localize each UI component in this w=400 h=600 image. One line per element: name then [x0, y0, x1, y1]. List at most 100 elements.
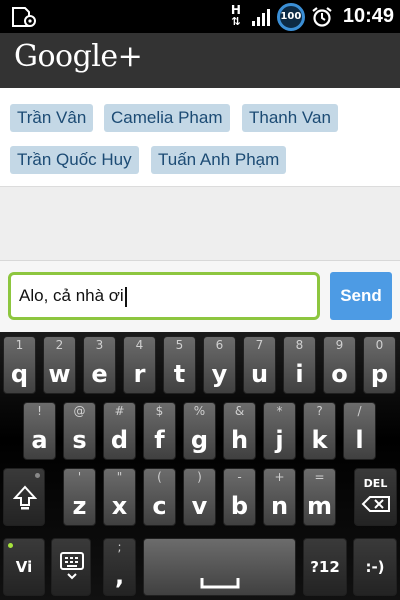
key-hint: =: [314, 470, 325, 484]
backspace-icon: [361, 496, 390, 512]
key-hint: ;: [117, 540, 122, 554]
key-hint: (: [157, 470, 162, 484]
key-hint: ': [77, 470, 82, 484]
key-z[interactable]: ' z: [63, 468, 96, 526]
key-f[interactable]: $ f: [143, 402, 176, 460]
key-l[interactable]: / l: [343, 402, 376, 460]
key-v[interactable]: ) v: [183, 468, 216, 526]
key-label: h: [230, 426, 249, 454]
key-label: e: [91, 360, 108, 388]
smiley-key[interactable]: :-): [353, 538, 397, 596]
key-hint: ?: [316, 404, 323, 418]
key-r[interactable]: 4r: [123, 336, 156, 394]
key-label: z: [72, 492, 87, 520]
recipient-chip[interactable]: Trần Vân: [10, 104, 94, 132]
app-title: Google+: [14, 39, 143, 74]
symbols-key[interactable]: ?12: [303, 538, 347, 596]
key-u[interactable]: 7u: [243, 336, 276, 394]
data-arrows-icon: H ⇅: [230, 2, 241, 28]
recipient-chip[interactable]: Tuấn Anh Phạm: [151, 146, 287, 174]
smiley-key-label: :-): [365, 558, 385, 576]
space-bar[interactable]: [143, 538, 296, 596]
key-c[interactable]: (c: [143, 468, 176, 526]
key-t[interactable]: 5t: [163, 336, 196, 394]
key-y[interactable]: 6y: [203, 336, 236, 394]
key-h[interactable]: & h: [223, 402, 256, 460]
space-icon: [200, 578, 240, 589]
key-label: o: [331, 360, 348, 388]
delete-key[interactable]: DEL: [354, 468, 397, 526]
comma-key[interactable]: ;,: [103, 538, 136, 596]
recipient-chip[interactable]: Trần Quốc Huy: [10, 146, 139, 174]
alarm-clock-icon: [312, 6, 332, 27]
shift-indicator: [35, 473, 40, 478]
key-q[interactable]: 1q: [3, 336, 36, 394]
key-o[interactable]: 9o: [323, 336, 356, 394]
key-p[interactable]: 0p: [363, 336, 396, 394]
key-label: l: [355, 426, 364, 454]
key-label: f: [154, 426, 165, 454]
battery-icon: 100: [276, 2, 305, 31]
key-hint: /: [357, 404, 362, 418]
message-history-area: [0, 186, 400, 260]
key-label: u: [250, 360, 269, 388]
send-button[interactable]: Send: [330, 272, 392, 320]
key-label: r: [133, 360, 146, 388]
key-g[interactable]: % g: [183, 402, 216, 460]
action-bar: Google+: [0, 33, 400, 88]
key-k[interactable]: ? k: [303, 402, 336, 460]
key-n[interactable]: + n: [263, 468, 296, 526]
key-hint: -: [237, 470, 242, 484]
key-label: n: [270, 492, 289, 520]
soft-keyboard: 1q 2w 3e 4r 5t 6y 7u 8i 9o 0p ! a @ s # d $…: [0, 332, 400, 600]
key-hint: 2: [55, 338, 64, 352]
key-w[interactable]: 2w: [43, 336, 76, 394]
key-hint: *: [276, 404, 283, 418]
keyboard-settings-icon: [60, 552, 84, 580]
key-hint: 7: [255, 338, 264, 352]
key-label: t: [173, 360, 186, 388]
key-hint: 8: [295, 338, 304, 352]
compose-bar: Alo, cả nhà ơi Send: [0, 260, 400, 332]
key-label: y: [211, 360, 228, 388]
key-hint: ": [116, 470, 123, 484]
shift-arrow-icon: [13, 485, 37, 510]
key-hint: 4: [135, 338, 144, 352]
key-hint: ): [197, 470, 202, 484]
key-hint: 9: [335, 338, 344, 352]
key-j[interactable]: * j: [263, 402, 296, 460]
key-m[interactable]: = m: [303, 468, 336, 526]
key-label: w: [48, 360, 71, 388]
key-i[interactable]: 8i: [283, 336, 316, 394]
key-x[interactable]: " x: [103, 468, 136, 526]
keyboard-settings-key[interactable]: [51, 538, 91, 596]
key-hint: $: [155, 404, 164, 418]
key-hint: #: [114, 404, 125, 418]
key-label: a: [31, 426, 48, 454]
key-label: d: [110, 426, 129, 454]
status-bar: H ⇅ 100 10:49: [0, 0, 400, 33]
key-e[interactable]: 3e: [83, 336, 116, 394]
delete-key-label: DEL: [363, 477, 388, 490]
key-label: q: [10, 360, 29, 388]
shift-key[interactable]: [3, 468, 45, 526]
symbols-key-label: ?12: [310, 558, 340, 576]
recipient-chip[interactable]: Camelia Pham: [104, 104, 230, 132]
key-a[interactable]: ! a: [23, 402, 56, 460]
key-hint: !: [37, 404, 42, 418]
key-hint: 0: [375, 338, 384, 352]
key-label: p: [370, 360, 389, 388]
key-hint: 1: [15, 338, 24, 352]
key-hint: &: [234, 404, 245, 418]
key-s[interactable]: @ s: [63, 402, 96, 460]
key-label: g: [190, 426, 209, 454]
battery-level: 100: [280, 11, 302, 22]
recipients-area[interactable]: Trần Vân Camelia Pham Thanh Van Trần Quố…: [0, 88, 400, 186]
key-b[interactable]: -b: [223, 468, 256, 526]
language-key[interactable]: Vi: [3, 538, 45, 596]
key-d[interactable]: # d: [103, 402, 136, 460]
key-hint: %: [193, 404, 206, 418]
recipient-chip[interactable]: Thanh Van: [242, 104, 338, 132]
message-input[interactable]: Alo, cả nhà ơi: [8, 272, 320, 320]
key-label: ,: [114, 562, 125, 590]
